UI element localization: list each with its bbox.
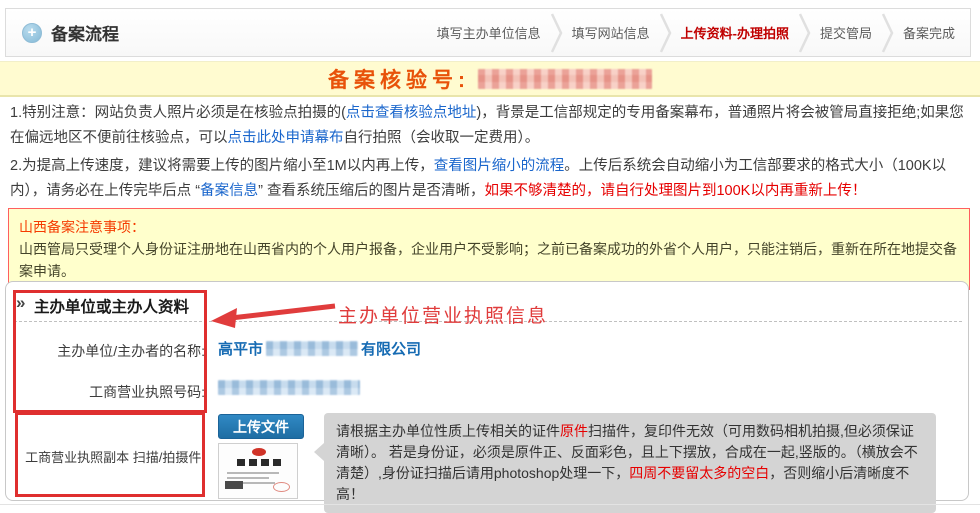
step-submit-authority[interactable]: 提交管局 [811, 23, 881, 42]
license-seal-icon [252, 448, 266, 456]
icp-filing-page: + 备案流程 填写主办单位信息 填写网站信息 上传资料-办理拍照 提交管局 备案… [0, 0, 980, 508]
license-text-line [227, 472, 279, 474]
notice-2-text: ” 查看系统压缩后的图片是否清晰， [258, 183, 484, 199]
link-filing-info[interactable]: 备案信息 [200, 183, 258, 199]
page-title: 备案流程 [51, 20, 119, 45]
verification-number-label: 备案核验号: [328, 64, 470, 94]
masked-company-name [266, 341, 358, 356]
warning-box-title: 山西备案注意事项： [19, 219, 145, 235]
upload-file-button[interactable]: 上传文件 [218, 414, 304, 439]
organizer-name-value: 高平市 有限公司 [218, 338, 421, 359]
bubble-arrow-left-icon [314, 443, 324, 461]
progress-steps: 填写主办单位信息 填写网站信息 上传资料-办理拍照 提交管局 备案完成 [428, 9, 970, 56]
section-title: 主办单位或主办人资料 [34, 295, 189, 317]
upload-tip-bubble: 请根据主办单位性质上传相关的证件原件扫描件，复印件无效（可用数码相机拍摄,但必须… [324, 413, 936, 513]
chevron-separator-icon [798, 11, 811, 55]
license-copy-label: 工商营业执照副本 扫描/拍摄件: [0, 447, 205, 466]
license-text-line [227, 477, 269, 479]
organizer-name-suffix: 有限公司 [361, 341, 421, 358]
notice-1-text: 自行拍照（会收取一定费用）。 [344, 130, 540, 146]
license-thumbnail[interactable] [218, 443, 298, 499]
shanxi-warning-box: 山西备案注意事项： 山西管局只受理个人身份证注册地在山西省内的个人用户报备，企业… [8, 208, 970, 290]
tip-highlight-original: 原件 [560, 423, 588, 439]
link-image-shrink-guide[interactable]: 查看图片缩小的流程 [434, 158, 565, 174]
business-license-number-value [218, 380, 363, 397]
link-apply-backdrop[interactable]: 点击此处申请幕布 [228, 130, 344, 146]
plus-circle-icon: + [22, 23, 42, 43]
annotation-label: 主办单位营业执照信息 [338, 301, 548, 328]
warning-box-body: 山西管局只受理个人身份证注册地在山西省内的个人用户报备，企业用户不受影响；之前已… [19, 241, 957, 279]
chevron-separator-icon [659, 11, 672, 55]
step-fill-organizer-info[interactable]: 填写主办单位信息 [428, 23, 550, 42]
notice-paragraph-2: 2.为提高上传速度，建议将需要上传的图片缩小至1M以内再上传，查看图片缩小的流程… [10, 154, 970, 204]
organizer-name-label: 主办单位/主办者的名称: [0, 341, 205, 361]
notice-paragraph-1: 1.特别注意：网站负责人照片必须是在核验点拍摄的(点击查看核验点地址)，背景是工… [10, 101, 970, 151]
step-filing-complete[interactable]: 备案完成 [894, 23, 964, 42]
business-license-number-label: 工商营业执照号码: [0, 382, 205, 402]
verification-number-banner: 备案核验号: [0, 61, 980, 97]
page-header: + 备案流程 填写主办单位信息 填写网站信息 上传资料-办理拍照 提交管局 备案… [5, 8, 971, 57]
step-fill-website-info[interactable]: 填写网站信息 [563, 23, 659, 42]
tip-highlight-margin: 四周不要留太多的空白 [629, 465, 769, 481]
notice-2-warning-text: 如果不够清楚的，请自行处理图片到100K以内再重新上传！ [484, 183, 866, 199]
chevron-separator-icon [881, 11, 894, 55]
chevron-separator-icon [550, 11, 563, 55]
license-title-glyphs [237, 459, 281, 466]
notice-2-text: 2.为提高上传速度，建议将需要上传的图片缩小至1M以内再上传， [10, 158, 434, 174]
license-stamp-icon [273, 482, 290, 492]
link-view-verification-points[interactable]: 点击查看核验点地址 [346, 105, 477, 121]
section-marker-icon: » [16, 293, 25, 313]
masked-verification-number [478, 69, 652, 89]
license-photo-block [225, 481, 243, 489]
step-upload-materials-photo[interactable]: 上传资料-办理拍照 [672, 23, 798, 42]
notice-text: 1.特别注意：网站负责人照片必须是在核验点拍摄的(点击查看核验点地址)，背景是工… [10, 101, 970, 207]
notice-1-text: 1.特别注意：网站负责人照片必须是在核验点拍摄的( [10, 105, 346, 121]
tip-text: 请根据主办单位性质上传相关的证件 [336, 423, 560, 439]
masked-license-number [218, 380, 360, 395]
bottom-divider [0, 504, 980, 505]
organizer-name-prefix: 高平市 [218, 341, 263, 358]
